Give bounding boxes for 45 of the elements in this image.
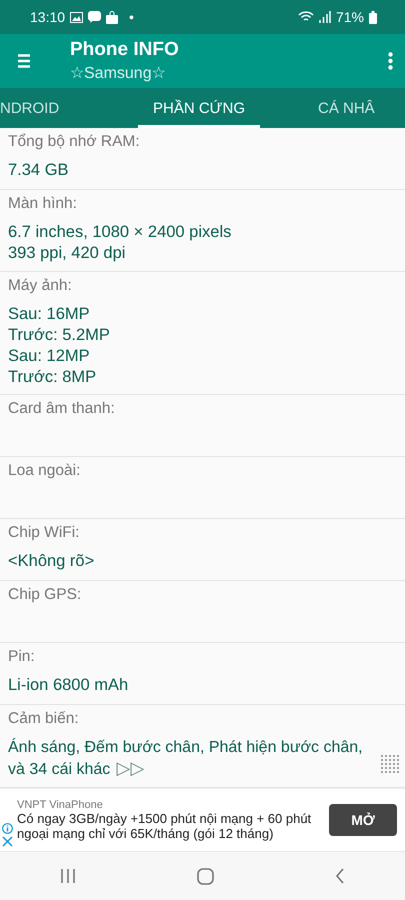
tab[interactable]: PHẦN CỨNG xyxy=(138,88,260,128)
field-label: Máy ảnh: xyxy=(8,276,73,296)
close-icon[interactable] xyxy=(2,836,13,847)
field-value: Sau: 16MP xyxy=(8,304,91,325)
field-value: 6.7 inches, 1080 × 2400 pixels xyxy=(8,222,232,243)
field-value: Trước: 5.2MP xyxy=(8,324,111,346)
tab[interactable]: CÁ NHÂ xyxy=(318,88,394,128)
field-label: Chip GPS: xyxy=(8,585,82,606)
clock: 13:10 xyxy=(30,9,66,25)
field-label: Card âm thanh: xyxy=(8,399,116,420)
field-label: Cảm biến: xyxy=(8,709,80,730)
field-value: <Không rõ> xyxy=(8,551,96,572)
open-button[interactable]: MỞ xyxy=(329,804,397,836)
app-title: Phone INFO xyxy=(70,39,180,61)
advertiser-name: VNPT VinaPhone xyxy=(17,799,104,811)
field-label: Tổng bộ nhớ RAM: xyxy=(8,132,141,152)
info-icon[interactable] xyxy=(2,823,13,834)
home-icon[interactable] xyxy=(196,868,214,884)
more-arrows[interactable]: ▷▷ xyxy=(116,758,144,778)
field-label: Màn hình: xyxy=(8,194,78,214)
tab[interactable]: NDROID xyxy=(0,88,72,128)
field-value: Li-ion 6800 mAh xyxy=(8,675,130,696)
field-value: Sau: 12MP xyxy=(8,346,91,367)
more-options-icon[interactable] xyxy=(388,52,392,70)
gallery-icon xyxy=(70,12,84,22)
ad-text: Có ngay 3GB/ngày +1500 phút nội mạng + 60 phút ngoại mạng chỉ với 65K/tháng (gói 12 tháng) xyxy=(17,811,312,841)
battery-icon xyxy=(369,10,377,24)
battery-percent: 71% xyxy=(336,9,364,25)
back-icon[interactable] xyxy=(334,868,345,884)
menu-icon[interactable] xyxy=(18,54,30,68)
chat-app-icon xyxy=(88,11,102,23)
field-value: Ánh sáng, Đếm bước chân, Phát hiện bước chân, và 34 cái khác ▷▷ xyxy=(8,737,364,780)
field-label: Pin: xyxy=(8,647,36,668)
field-value: 7.34 GB xyxy=(8,160,70,181)
signal-icon xyxy=(318,11,331,23)
drag-handle-icon[interactable] xyxy=(381,755,399,773)
shopping-bag-icon xyxy=(106,10,118,24)
field-label: Loa ngoài: xyxy=(8,461,82,482)
field-value: Trước: 8MP xyxy=(8,366,98,388)
field-label: Chip WiFi: xyxy=(8,523,80,544)
recent-apps-icon[interactable] xyxy=(60,868,76,884)
field-value: 393 ppi, 420 dpi xyxy=(8,243,126,264)
notification-dot: • xyxy=(129,9,134,25)
device-name: ☆Samsung☆ xyxy=(70,64,167,83)
wifi-icon xyxy=(298,11,314,23)
